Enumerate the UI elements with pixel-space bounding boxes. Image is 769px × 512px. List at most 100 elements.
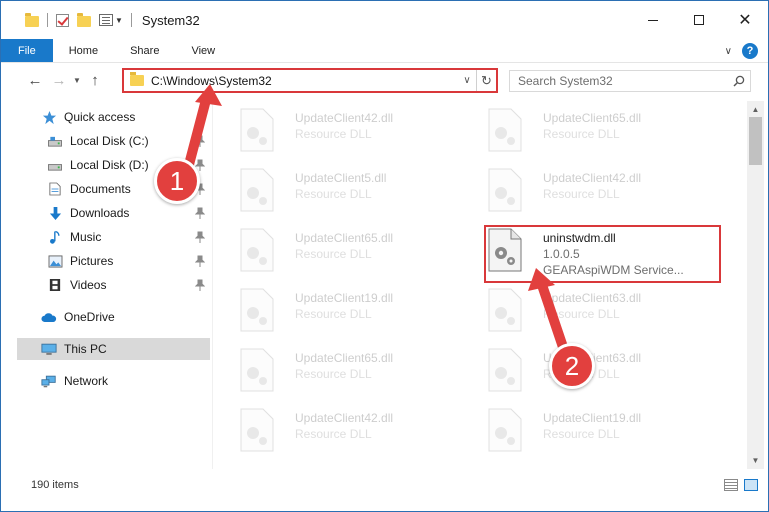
- file-item[interactable]: UpdateClient19.dll Resource DLL: [223, 283, 473, 339]
- tab-view[interactable]: View: [175, 39, 231, 62]
- ribbon-tabs: File Home Share View ∨ ?: [1, 39, 768, 63]
- sidebar-item-downloads[interactable]: Downloads: [17, 202, 211, 224]
- file-name: UpdateClient65.dll: [295, 231, 394, 245]
- refresh-button[interactable]: ↻: [476, 70, 496, 91]
- sidebar-item-network[interactable]: Network: [17, 370, 211, 392]
- expand-ribbon-icon[interactable]: ∨: [725, 46, 732, 57]
- toolbar-divider: [47, 13, 48, 27]
- file-type: Resource DLL: [295, 427, 372, 441]
- tab-home[interactable]: Home: [53, 39, 114, 62]
- address-bar[interactable]: C:\Windows\System32 ∨ ↻: [122, 68, 498, 93]
- sidebar-item-label: Quick access: [64, 110, 136, 124]
- dll-file-icon: [485, 167, 525, 213]
- dll-file-icon: [485, 107, 525, 153]
- back-button[interactable]: ←: [23, 68, 47, 92]
- tab-file[interactable]: File: [1, 39, 53, 62]
- sidebar-item-label: Music: [70, 230, 102, 244]
- file-item[interactable]: UpdateClient42.dll Resource DLL: [223, 403, 473, 459]
- file-name: UpdateClient5.dll: [295, 171, 387, 185]
- help-icon[interactable]: ?: [742, 43, 758, 59]
- tiles-view-icon[interactable]: [744, 479, 758, 491]
- file-item[interactable]: UpdateClient63.dllResource DLL: [471, 343, 721, 399]
- file-name: UpdateClient42.dll: [295, 111, 394, 125]
- customize-toolbar-icon[interactable]: [99, 14, 113, 26]
- file-type: Resource DLL: [543, 187, 620, 201]
- pin-icon[interactable]: [194, 207, 206, 219]
- download-arrow-icon: [47, 206, 63, 220]
- file-item[interactable]: UpdateClient5.dll Resource DLL: [223, 163, 473, 219]
- pin-icon[interactable]: [194, 231, 206, 243]
- chevron-down-icon[interactable]: ▼: [115, 16, 123, 25]
- search-icon[interactable]: [728, 75, 750, 87]
- file-item[interactable]: UpdateClient42.dll Resource DLL: [471, 163, 721, 219]
- sidebar-item-onedrive[interactable]: OneDrive: [17, 306, 211, 328]
- sidebar-item-pictures[interactable]: Pictures: [17, 250, 211, 272]
- navigation-bar: ← → ▼ ↑ C:\Windows\System32 ∨ ↻ Search S…: [1, 63, 768, 97]
- dll-file-icon: [485, 287, 525, 333]
- tab-share[interactable]: Share: [114, 39, 175, 62]
- details-view-icon[interactable]: [724, 479, 738, 491]
- sidebar-item-label: This PC: [64, 342, 107, 356]
- file-type: Resource DLL: [295, 367, 372, 381]
- sidebar-item-local-disk-c[interactable]: Local Disk (C:): [17, 130, 211, 152]
- dll-file-icon: [237, 167, 277, 213]
- search-box[interactable]: Search System32: [509, 70, 751, 92]
- vertical-scrollbar[interactable]: ▲ ▼: [747, 101, 764, 469]
- file-type: Resource DLL: [543, 307, 620, 321]
- navigation-pane: Quick access Local Disk (C:) Local Disk …: [1, 101, 213, 469]
- cloud-icon: [41, 310, 57, 324]
- scroll-up-arrow-icon[interactable]: ▲: [747, 101, 764, 118]
- new-folder-icon[interactable]: [77, 12, 91, 27]
- dll-file-icon: [237, 287, 277, 333]
- search-input[interactable]: Search System32: [510, 74, 728, 88]
- close-button[interactable]: ✕: [722, 1, 768, 39]
- scroll-down-arrow-icon[interactable]: ▼: [747, 452, 764, 469]
- file-item[interactable]: UpdateClient65.dll Resource DLL: [223, 223, 473, 279]
- properties-check-icon[interactable]: [56, 13, 69, 27]
- file-item[interactable]: UpdateClient42.dll Resource DLL: [223, 103, 473, 159]
- drive-icon: [47, 158, 63, 172]
- folder-icon[interactable]: [25, 12, 39, 27]
- forward-button[interactable]: →: [47, 68, 71, 92]
- scrollbar-thumb[interactable]: [749, 117, 762, 165]
- file-item[interactable]: UpdateClient63.dll Resource DLL: [471, 283, 721, 339]
- ribbon-right-controls: ∨ ?: [725, 43, 758, 59]
- close-icon: ✕: [738, 12, 752, 29]
- maximize-button[interactable]: [676, 1, 722, 39]
- file-type: Resource DLL: [543, 127, 620, 141]
- pin-icon[interactable]: [194, 135, 206, 147]
- sidebar-item-quick-access[interactable]: Quick access: [17, 106, 211, 128]
- sidebar-item-this-pc[interactable]: This PC: [17, 338, 210, 360]
- file-name: UpdateClient19.dll: [295, 291, 394, 305]
- highlight-box: [484, 225, 721, 283]
- music-note-icon: [47, 230, 63, 244]
- quick-access-toolbar: ▼: [25, 12, 140, 27]
- recent-locations-icon[interactable]: ▼: [71, 76, 83, 85]
- window-title: System32: [141, 12, 200, 28]
- file-item[interactable]: UpdateClient65.dll Resource DLL: [223, 343, 473, 399]
- dll-file-icon: [485, 407, 525, 453]
- maximize-icon: [694, 15, 704, 25]
- file-item[interactable]: UpdateClient65.dll Resource DLL: [471, 103, 721, 159]
- file-name: UpdateClient63.dll: [543, 291, 642, 305]
- network-icon: [41, 374, 57, 388]
- minimize-button[interactable]: [630, 1, 676, 39]
- sidebar-item-label: Local Disk (C:): [70, 134, 149, 148]
- sidebar-item-music[interactable]: Music: [17, 226, 211, 248]
- address-path[interactable]: C:\Windows\System32: [151, 74, 458, 88]
- file-type: Resource DLL: [295, 307, 372, 321]
- up-button[interactable]: ↑: [83, 68, 107, 92]
- file-item[interactable]: UpdateClient19.dll Resource DLL: [471, 403, 721, 459]
- file-type: Resource DLL: [295, 187, 372, 201]
- pictures-icon: [47, 254, 63, 268]
- pin-icon[interactable]: [194, 255, 206, 267]
- folder-icon: [130, 72, 144, 86]
- sidebar-item-label: Documents: [70, 182, 131, 196]
- chevron-down-icon[interactable]: ∨: [458, 75, 476, 86]
- minimize-icon: [648, 19, 658, 21]
- title-bar: ▼ System32 ✕: [1, 1, 768, 39]
- dll-file-icon: [485, 347, 525, 393]
- sidebar-item-videos[interactable]: Videos: [17, 274, 211, 296]
- pin-icon[interactable]: [194, 279, 206, 291]
- dll-file-icon: [237, 227, 277, 273]
